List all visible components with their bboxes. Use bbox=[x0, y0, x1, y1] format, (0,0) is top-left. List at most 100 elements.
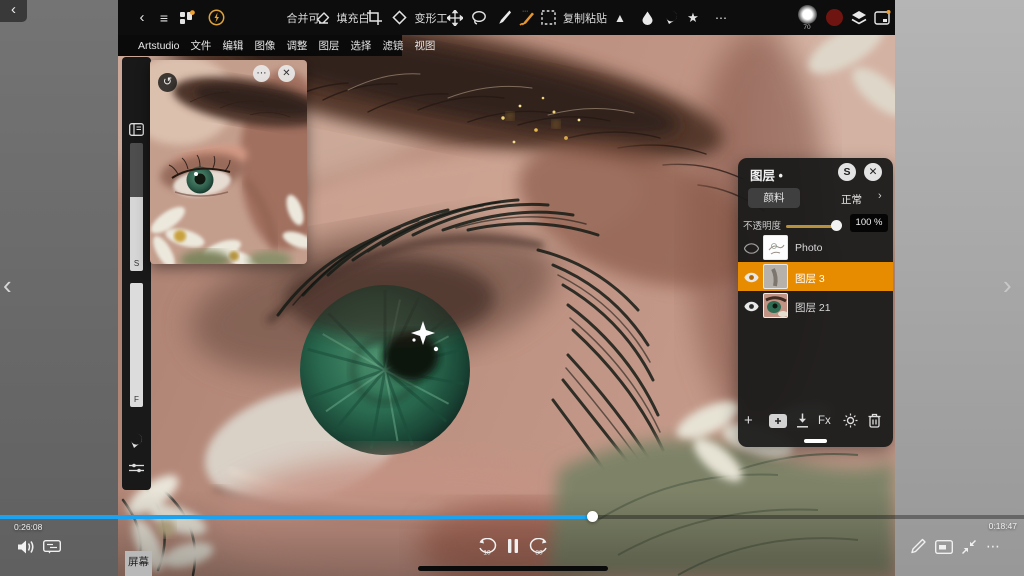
layer-name: Photo bbox=[795, 242, 822, 254]
crop-icon[interactable] bbox=[365, 0, 383, 35]
rewind-10-icon[interactable]: 10 bbox=[477, 538, 497, 561]
chevron-right-icon[interactable]: › bbox=[878, 190, 882, 202]
visibility-eye-icon[interactable] bbox=[744, 299, 759, 317]
reference-close-icon[interactable]: ✕ bbox=[278, 65, 295, 82]
gallery-icon[interactable] bbox=[178, 0, 196, 35]
opacity-label: 不透明度 bbox=[743, 218, 781, 232]
quick-action-icon[interactable] bbox=[207, 0, 225, 35]
panel-toggle-icon[interactable] bbox=[129, 123, 144, 141]
progress-played bbox=[0, 515, 592, 519]
layer-thumbnail bbox=[763, 293, 788, 318]
left-gutter bbox=[0, 0, 118, 576]
layer-fx-button[interactable]: Fx bbox=[818, 415, 831, 427]
menu-adjust[interactable]: 调整 bbox=[286, 38, 307, 53]
lasso-tool-icon[interactable] bbox=[470, 0, 488, 35]
next-video-arrow[interactable]: › bbox=[1003, 272, 1012, 298]
layer-thumbnail bbox=[763, 235, 788, 260]
add-layer-button[interactable]: + bbox=[744, 412, 753, 429]
home-indicator bbox=[418, 566, 608, 571]
svg-text:30: 30 bbox=[535, 550, 543, 557]
picture-in-picture-icon[interactable] bbox=[935, 540, 953, 559]
favorites-star-icon[interactable]: ★ bbox=[684, 0, 702, 35]
menu-artstudio[interactable]: Artstudio bbox=[138, 40, 179, 52]
undo-icon[interactable]: ↺ bbox=[158, 73, 177, 92]
menu-layer[interactable]: 图层 bbox=[318, 38, 339, 53]
layer-row-selected[interactable]: 图层 3 bbox=[738, 262, 893, 291]
layers-panel-title: 图层 • bbox=[750, 165, 783, 184]
danmaku-icon[interactable] bbox=[43, 540, 61, 559]
forward-30-icon[interactable]: 30 bbox=[529, 538, 549, 561]
reference-image-window[interactable]: ↺ ⋯ ✕ bbox=[150, 60, 307, 264]
visibility-eye-icon[interactable] bbox=[744, 270, 759, 288]
exit-fullscreen-icon[interactable] bbox=[961, 539, 977, 560]
smudge-shortcut-icon[interactable] bbox=[130, 433, 143, 454]
toolbar-more-icon[interactable]: ⋯ bbox=[711, 0, 731, 35]
shape-tool-icon[interactable] bbox=[389, 0, 409, 35]
add-group-button[interactable] bbox=[769, 414, 787, 433]
brush-tool-icon[interactable] bbox=[495, 0, 513, 35]
brush-flow-slider[interactable]: F bbox=[130, 283, 143, 407]
app-toolbar: ‹ ≡ 合并可 填充白 变形工 bbox=[118, 0, 895, 35]
select-rect-icon[interactable] bbox=[539, 0, 557, 35]
paint-mode-button[interactable]: 颜料 bbox=[748, 188, 800, 208]
blend-mode-value[interactable]: 正常 bbox=[841, 192, 862, 207]
visibility-eye-icon[interactable] bbox=[744, 241, 759, 259]
app-menu-icon[interactable]: ≡ bbox=[155, 0, 173, 35]
active-brush-tool-icon[interactable]: ⋯ bbox=[517, 0, 535, 35]
layer-row-21[interactable]: 图层 21 bbox=[738, 291, 893, 320]
layers-panel: 图层 • S ✕ 颜料 正常 › 不透明度 100 % Photo bbox=[738, 158, 893, 447]
elapsed-time: 0:26:08 bbox=[14, 522, 42, 532]
flow-slider-label: F bbox=[130, 395, 143, 404]
eraser-icon[interactable] bbox=[314, 0, 332, 35]
layer-name: 图层 21 bbox=[795, 300, 831, 315]
opacity-slider-knob[interactable] bbox=[831, 220, 842, 231]
layers-close-button[interactable]: ✕ bbox=[864, 163, 882, 181]
smudge-tool-icon[interactable] bbox=[663, 0, 679, 35]
color-swatch[interactable] bbox=[824, 0, 844, 35]
back-button[interactable]: ‹ bbox=[0, 0, 27, 22]
layers-toggle-icon[interactable] bbox=[850, 0, 868, 35]
screen-button[interactable]: 屏幕 bbox=[125, 551, 152, 576]
canvas-view-icon[interactable] bbox=[872, 0, 892, 35]
water-drop-icon[interactable] bbox=[639, 0, 655, 35]
edit-note-icon[interactable] bbox=[910, 538, 926, 560]
brush-preview[interactable]: 70 bbox=[797, 0, 817, 35]
brush-size-value: 70 bbox=[803, 24, 810, 31]
layer-row-photo[interactable]: Photo bbox=[738, 233, 893, 262]
delete-layer-button[interactable] bbox=[868, 413, 881, 433]
menu-file[interactable]: 文件 bbox=[190, 38, 211, 53]
layer-adjust-button[interactable] bbox=[843, 413, 858, 433]
pause-button[interactable] bbox=[507, 538, 519, 559]
svg-text:10: 10 bbox=[483, 550, 491, 557]
reference-more-icon[interactable]: ⋯ bbox=[253, 65, 270, 82]
video-player: ‹ ‹ › bbox=[0, 0, 1024, 576]
menu-view[interactable]: 视图 bbox=[414, 38, 435, 53]
panel-drag-handle[interactable] bbox=[804, 439, 827, 443]
layers-settings-button[interactable]: S bbox=[838, 163, 856, 181]
menu-select[interactable]: 选择 bbox=[350, 38, 371, 53]
size-slider-label: S bbox=[130, 259, 143, 268]
menu-image[interactable]: 图像 bbox=[254, 38, 275, 53]
remaining-time: 0:18:47 bbox=[989, 521, 1017, 531]
svg-text:⋯: ⋯ bbox=[522, 9, 528, 15]
paste-button[interactable]: 粘贴 bbox=[581, 0, 611, 35]
brush-settings-icon[interactable] bbox=[129, 461, 144, 479]
opacity-value: 100 % bbox=[850, 214, 888, 232]
menu-edit[interactable]: 编辑 bbox=[222, 38, 243, 53]
layer-name: 图层 3 bbox=[795, 271, 825, 286]
import-layer-button[interactable] bbox=[796, 413, 809, 433]
app-back-icon[interactable]: ‹ bbox=[134, 0, 150, 35]
app-screen-recording: ‹ ≡ 合并可 填充白 变形工 bbox=[118, 0, 895, 576]
brush-size-slider[interactable]: S bbox=[130, 143, 143, 271]
prev-video-arrow[interactable]: ‹ bbox=[3, 272, 12, 298]
menu-filter[interactable]: 滤镜 bbox=[382, 38, 403, 53]
progress-knob[interactable] bbox=[587, 511, 598, 522]
wet-brush-icon[interactable]: ▲ bbox=[611, 0, 629, 35]
tool-sidebar: S F bbox=[122, 57, 151, 490]
volume-icon[interactable] bbox=[17, 539, 36, 560]
layer-thumbnail bbox=[763, 264, 788, 289]
move-tool-icon[interactable] bbox=[446, 0, 464, 35]
player-more-icon[interactable]: ⋯ bbox=[986, 538, 1000, 555]
reference-photo bbox=[150, 60, 307, 264]
app-menubar: Artstudio 文件 编辑 图像 调整 图层 选择 滤镜 视图 bbox=[118, 35, 402, 56]
